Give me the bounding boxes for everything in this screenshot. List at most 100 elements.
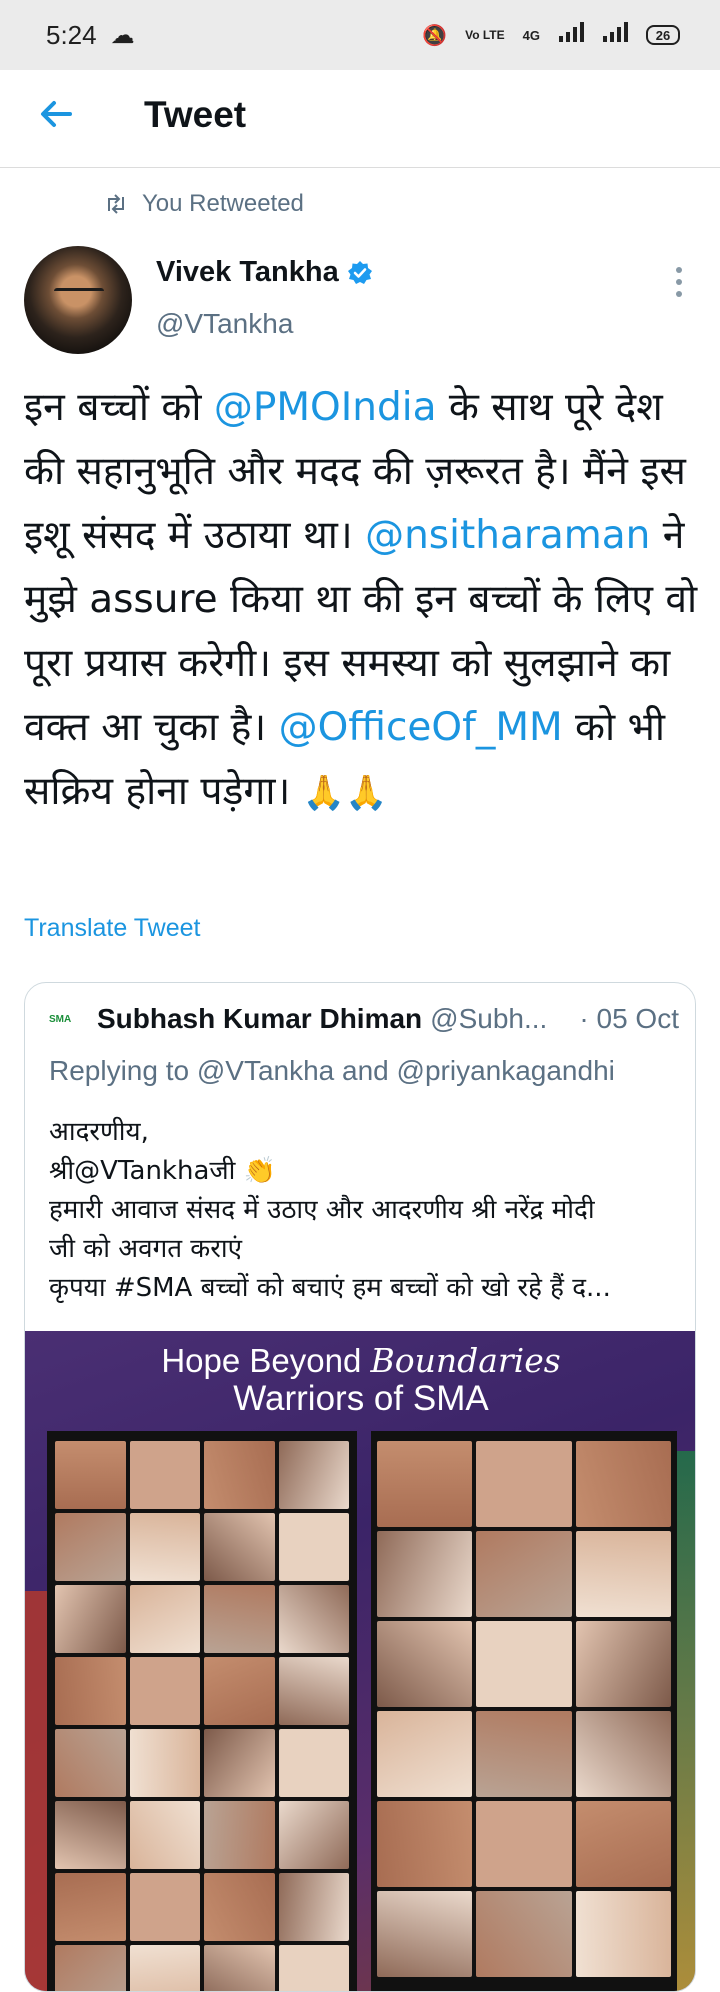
collage-photo [204,1801,275,1869]
quoted-text-line: आदरणीय, [49,1117,149,1147]
quoted-text-line: श्री@VTankhaजी 👏 [49,1156,277,1186]
collage-photo [377,1531,473,1617]
retweet-label: You Retweeted [142,190,304,217]
image-title-line-1: Hope Beyond Boundaries [25,1341,695,1380]
status-icons: 🔕 Vo LTE 4G 26 [422,22,680,48]
cloud-icon: ☁ [110,21,135,49]
collage-photo [204,1441,275,1509]
collage-photo [55,1657,126,1725]
battery-level: 26 [655,27,671,43]
quoted-author-handle: @Subh... [430,1003,548,1034]
mute-icon: 🔕 [422,24,448,47]
photo-grid-right [377,1441,671,1977]
quoted-tweet-text: आदरणीय, श्री@VTankhaजी 👏 हमारी आवाज संसद… [49,1113,669,1308]
collage-photo [278,1801,349,1869]
translate-tweet-link[interactable]: Translate Tweet [24,914,200,943]
author-name: Vivek Tankha [156,256,339,288]
collage-photo [476,1621,572,1707]
collage-photo [55,1585,126,1653]
image-title-line-2: Warriors of SMA [233,1379,489,1418]
avatar[interactable] [24,246,132,354]
collage-photo [55,1729,126,1797]
collage-photo [575,1621,671,1707]
collage-photo [476,1801,572,1887]
tweet-text: इन बच्चों को @PMOIndia के साथ पूरे देश क… [24,376,700,825]
tweet-text-part: इन बच्चों को [24,385,214,430]
collage-photo [377,1801,473,1887]
page-title: Tweet [144,94,247,135]
collage-photo [377,1621,473,1707]
quoted-tweet-date: · 05 Oct [579,1003,679,1034]
collage-photo [55,1873,126,1941]
image-title-part: Hope Beyond [161,1342,371,1379]
app-bar: Tweet [0,70,720,168]
arrow-left-icon[interactable] [36,94,76,134]
collage-photo [575,1531,671,1617]
collage-photo [129,1657,200,1725]
collage-photo [377,1711,473,1797]
collage-photo [575,1891,671,1977]
quoted-tweet-header: SMA Subhash Kumar Dhiman @Subh... · 05 O… [49,1003,679,1035]
collage-photo [129,1441,200,1509]
clock-time: 5:24 [46,19,97,50]
sma-logo-text: SMA [49,1013,72,1025]
image-title-italic: Boundaries [370,1341,561,1380]
collage-photo [278,1657,349,1725]
author-name-row[interactable]: Vivek Tankha [156,256,373,289]
collage-photo [575,1711,671,1797]
quoted-author-name: Subhash Kumar Dhiman [97,1003,423,1034]
collage-photo [204,1585,275,1653]
collage-photo [278,1729,349,1797]
retweet-context: You Retweeted [104,190,304,218]
collage-photo [476,1531,572,1617]
collage-photo [55,1441,126,1509]
volte-label: Vo LTE [465,28,505,42]
collage-photo [575,1801,671,1887]
signal-icon [558,22,584,48]
collage-photo [204,1513,275,1581]
signal-icon-2 [602,22,628,48]
sma-logo-icon: SMA [49,1009,83,1029]
avatar-glasses [54,288,104,301]
replying-to-line: Replying to @VTankha and @priyankagandhi [49,1055,615,1086]
collage-photo [129,1513,200,1581]
network-type-label: 4G [522,27,540,43]
quoted-tweet-card[interactable]: SMA Subhash Kumar Dhiman @Subh... · 05 O… [24,982,696,1992]
author-handle[interactable]: @VTankha [156,308,293,340]
collage-photo [476,1441,572,1527]
collage-photo [204,1657,275,1725]
quoted-text-line: कृपया #SMA बच्चों को बचाएं हम बच्चों को … [49,1273,611,1303]
collage-photo [129,1873,200,1941]
collage-photo [377,1891,473,1977]
collage-photo [278,1585,349,1653]
collage-photo [204,1729,275,1797]
quoted-text-line: जी को अवगत कराएं [49,1234,243,1264]
collage-photo [55,1945,126,1991]
collage-photo [204,1873,275,1941]
collage-photo [278,1441,349,1509]
folded-hands-emoji: 🙏🙏 [302,773,388,813]
collage-photo [129,1945,200,1991]
quoted-tweet-image[interactable]: Hope Beyond Boundaries Warriors of SMA [25,1331,695,1991]
verified-badge-icon [347,260,372,284]
quoted-text-line: हमारी आवाज संसद में उठाए और आदरणीय श्री … [49,1195,595,1225]
mention-link[interactable]: @OfficeOf_MM [279,705,563,750]
mention-link[interactable]: @PMOIndia [214,385,437,430]
collage-photo [55,1513,126,1581]
collage-photo [476,1711,572,1797]
mention-link[interactable]: @nsitharaman [365,513,650,558]
photo-grid-left [55,1441,349,1991]
collage-photo [278,1873,349,1941]
collage-photo [55,1801,126,1869]
battery-icon: 26 [646,25,680,45]
collage-photo [129,1585,200,1653]
collage-photo [204,1945,275,1991]
collage-photo [278,1513,349,1581]
collage-photo [377,1441,473,1527]
image-decor [25,1591,47,1991]
retweet-icon [108,194,124,214]
status-bar: 5:24 ☁ 🔕 Vo LTE 4G 26 [0,0,720,70]
more-options-icon[interactable] [660,262,698,302]
collage-photo [575,1441,671,1527]
collage-photo [129,1801,200,1869]
